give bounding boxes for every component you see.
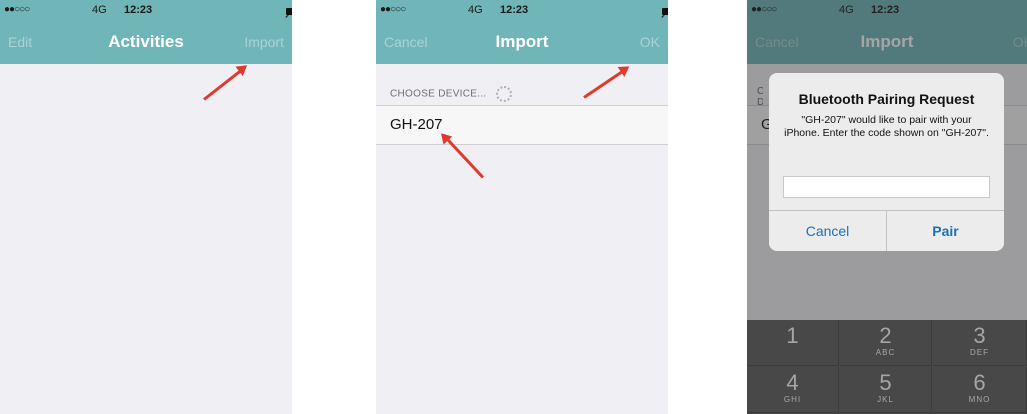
pair-button[interactable]: Pair (887, 211, 1004, 251)
alert-button-row: Cancel Pair (769, 210, 1004, 251)
signal-indicator: ●●○○○ (4, 4, 30, 15)
phone-screen-pairing: ●●○○○ 4G 12:23 ➚ ⏰ ✱ 69% Cancel Import O… (747, 0, 1027, 414)
phone-screen-import: ●●○○○ 4G 12:23 ➚ ⏰ ✱ 69% Cancel Import O… (376, 0, 668, 414)
nav-bar: Edit Activities Import (0, 20, 292, 64)
bluetooth-pairing-alert: Bluetooth Pairing Request "GH-207" would… (769, 73, 1004, 251)
network-type: 4G (468, 4, 483, 16)
battery-icon (286, 8, 292, 15)
section-header-label: CHOOSE DEVICE... (390, 88, 487, 100)
page-title: Import (495, 32, 549, 51)
import-button[interactable]: Import (244, 34, 284, 50)
network-type: 4G (92, 4, 107, 16)
signal-indicator: ●●○○○ (380, 4, 406, 15)
section-header: CHOOSE DEVICE... (390, 86, 512, 102)
loading-spinner-icon (495, 86, 512, 102)
battery-icon (662, 8, 668, 15)
status-bar: ●●○○○ 4G 12:23 ➚ ⏰ ✱ 69% (0, 0, 292, 21)
clock: 12:23 (124, 4, 153, 16)
status-bar: ●●○○○ 4G 12:23 ➚ ⏰ ✱ 69% (376, 0, 668, 21)
alert-message: "GH-207" would like to pair with your iP… (784, 114, 989, 139)
phone-screen-activities: ●●○○○ 4G 12:23 ➚ ⏰ ✱ 69% Edit Activities… (0, 0, 292, 414)
nav-bar: Cancel Import OK (376, 20, 668, 64)
device-name: GH-207 (390, 116, 443, 133)
activities-list (0, 64, 292, 414)
ok-button[interactable]: OK (640, 34, 660, 50)
alert-title: Bluetooth Pairing Request (798, 91, 975, 107)
pairing-code-input[interactable] (783, 176, 990, 198)
device-list: CHOOSE DEVICE... GH-207 (376, 64, 668, 414)
alert-cancel-button[interactable]: Cancel (769, 211, 887, 251)
clock: 12:23 (500, 4, 529, 16)
device-cell[interactable]: GH-207 (376, 105, 668, 145)
